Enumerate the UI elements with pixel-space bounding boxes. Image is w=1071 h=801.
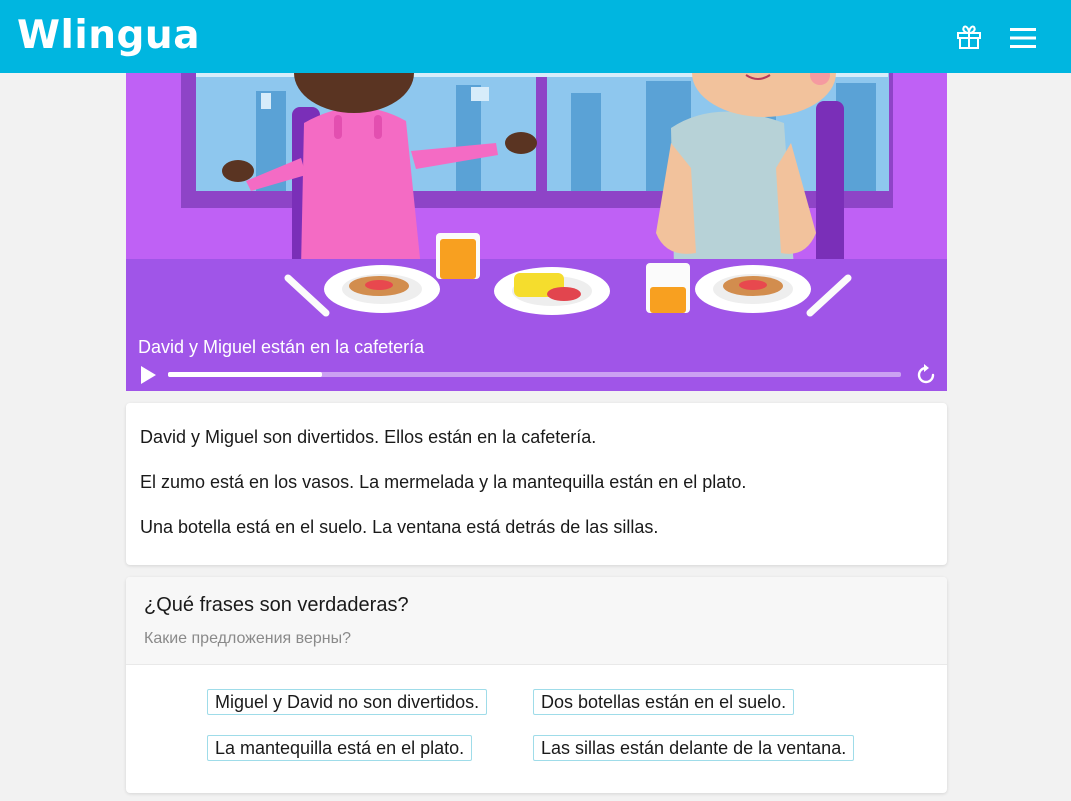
hamburger-menu-icon[interactable]	[1010, 27, 1036, 49]
answer-option[interactable]: La mantequilla está en el plato.	[207, 735, 473, 761]
quiz-header: ¿Qué frases son verdaderas? Какие предло…	[126, 577, 947, 665]
play-icon[interactable]	[138, 364, 158, 386]
quiz-question: ¿Qué frases son verdaderas?	[144, 594, 409, 616]
answer-option[interactable]: Las sillas están delante de la ventana.	[533, 735, 855, 761]
quiz-translation: Какие предложения верны?	[144, 630, 352, 647]
logo[interactable]: Wlingua	[17, 12, 200, 60]
gift-icon[interactable]	[956, 24, 982, 50]
replay-icon[interactable]	[914, 362, 938, 386]
video-progress-bar[interactable]	[168, 372, 901, 377]
top-bar: Wlingua	[0, 0, 1071, 73]
passage-paragraph: Una botella está en el suelo. La ventana…	[140, 517, 659, 537]
passage-paragraph: El zumo está en los vasos. La mermelada …	[140, 472, 747, 492]
reading-passage: David y Miguel son divertidos. Ellos est…	[126, 403, 947, 565]
quiz-card: ¿Qué frases son verdaderas? Какие предло…	[126, 577, 947, 793]
answer-option[interactable]: Dos botellas están en el suelo.	[533, 689, 795, 715]
video-player[interactable]: David y Miguel están en la cafetería	[126, 73, 947, 391]
video-progress-fill	[168, 372, 322, 377]
passage-paragraph: David y Miguel son divertidos. Ellos est…	[140, 427, 597, 447]
answer-option[interactable]: Miguel y David no son divertidos.	[207, 689, 488, 715]
video-caption: David y Miguel están en la cafetería	[138, 337, 425, 357]
